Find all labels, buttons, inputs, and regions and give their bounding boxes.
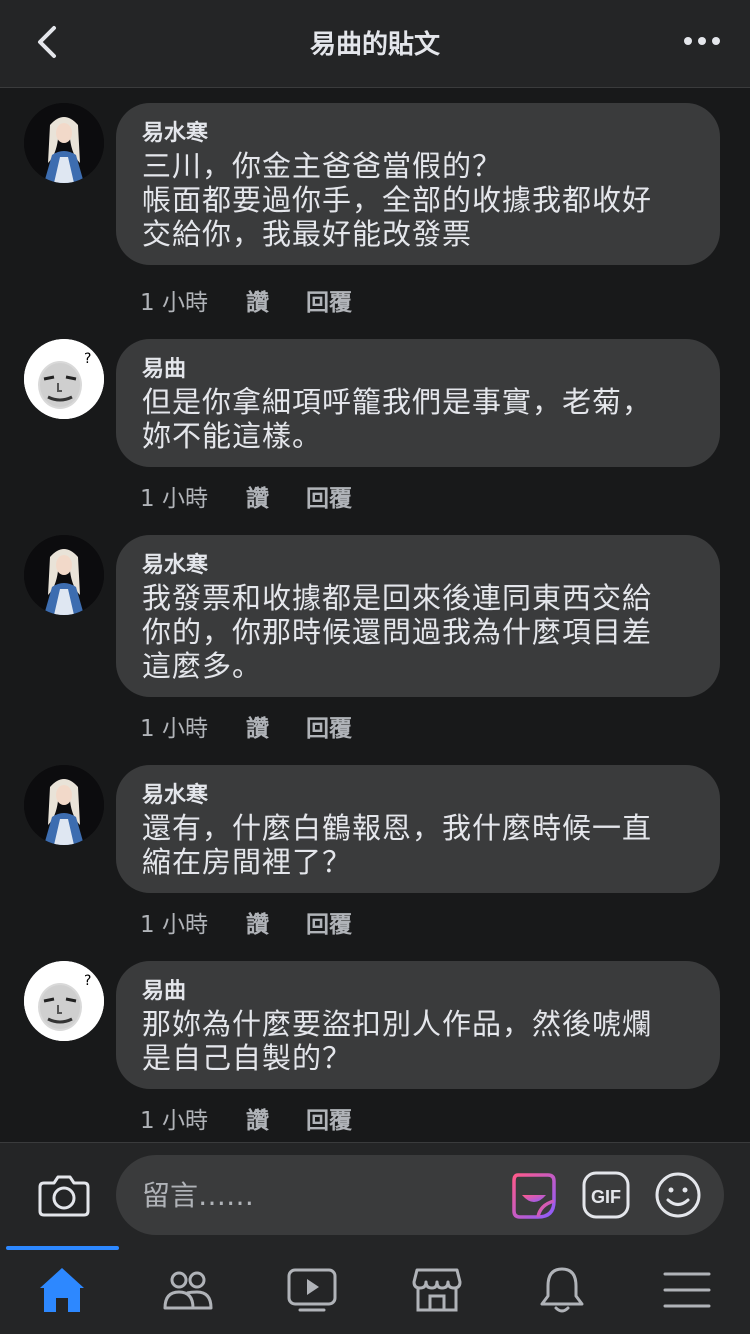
comment-text: 但是你拿細項呼籠我們是事實，老菊， 妳不能這樣。 — [142, 385, 653, 453]
comment-timestamp: 1 小時 — [140, 290, 208, 316]
avatar-meme-face-icon: ? — [24, 339, 104, 419]
avatar[interactable]: ? — [24, 339, 104, 419]
reply-button[interactable]: 回覆 — [306, 283, 386, 317]
more-horizontal-icon — [684, 37, 720, 45]
tab-menu[interactable] — [625, 1246, 750, 1334]
comment-text: 我發票和收據都是回來後連同東西交給 你的，你那時候還問過我為什麼項目差 這麼多。 — [142, 581, 653, 683]
camera-icon — [38, 1175, 90, 1217]
comment-bubble[interactable]: 易水寒 三川，你金主爸爸當假的？ 帳面都要過你手，全部的收據我都收好 交給你，我… — [116, 103, 720, 265]
svg-text:?: ? — [84, 973, 91, 989]
comment-author[interactable]: 易水寒 — [142, 551, 694, 581]
tab-notifications[interactable] — [500, 1246, 625, 1334]
tab-friends[interactable] — [125, 1246, 250, 1334]
comment-author[interactable]: 易曲 — [142, 355, 694, 385]
sticker-icon — [512, 1173, 556, 1219]
marketplace-icon — [412, 1268, 462, 1312]
avatar[interactable] — [24, 765, 104, 845]
comment-input[interactable] — [116, 1155, 724, 1235]
comment-bubble[interactable]: 易曲 但是你拿細項呼籠我們是事實，老菊， 妳不能這樣。 — [116, 339, 720, 467]
more-options-button[interactable] — [682, 26, 722, 56]
comment-text: 還有，什麼白鶴報恩，我什麼時候一直 縮在房間裡了？ — [142, 811, 653, 879]
comment-author[interactable]: 易水寒 — [142, 781, 694, 811]
gif-icon: GIF — [582, 1171, 630, 1219]
comment-timestamp: 1 小時 — [140, 486, 208, 512]
reply-button[interactable]: 回覆 — [306, 905, 386, 939]
reply-button[interactable]: 回覆 — [306, 479, 386, 513]
camera-button[interactable] — [38, 1171, 90, 1219]
bottom-tab-bar — [0, 1246, 750, 1334]
comment-bubble[interactable]: 易曲 那妳為什麼要盜扣別人作品，然後唬爛 是自己自製的？ — [116, 961, 720, 1089]
top-bar: 易曲的貼文 — [0, 0, 750, 88]
avatar-portrait-icon — [24, 535, 104, 615]
page-title: 易曲的貼文 — [309, 30, 440, 60]
menu-icon — [663, 1272, 711, 1308]
tab-watch[interactable] — [250, 1246, 375, 1334]
like-button[interactable]: 讚 — [246, 479, 306, 513]
gif-button[interactable]: GIF — [582, 1171, 630, 1219]
comment-timestamp: 1 小時 — [140, 716, 208, 742]
comment-actions: 1 小時 讚 回覆 — [140, 283, 386, 317]
gif-label: GIF — [591, 1187, 621, 1207]
comment-actions: 1 小時 讚 回覆 — [140, 1101, 386, 1135]
comment-author[interactable]: 易曲 — [142, 977, 694, 1007]
comment-actions: 1 小時 讚 回覆 — [140, 709, 386, 743]
comment-timestamp: 1 小時 — [140, 1108, 208, 1134]
reply-button[interactable]: 回覆 — [306, 709, 386, 743]
avatar[interactable] — [24, 103, 104, 183]
emoji-button[interactable] — [654, 1171, 702, 1219]
friends-icon — [163, 1271, 213, 1310]
comment-text: 那妳為什麼要盜扣別人作品，然後唬爛 是自己自製的？ — [142, 1007, 653, 1075]
reply-button[interactable]: 回覆 — [306, 1101, 386, 1135]
comment-text: 三川，你金主爸爸當假的？ 帳面都要過你手，全部的收據我都收好 交給你，我最好能改… — [142, 149, 653, 251]
comment-list: 易水寒 三川，你金主爸爸當假的？ 帳面都要過你手，全部的收據我都收好 交給你，我… — [0, 88, 750, 1142]
svg-text:?: ? — [84, 351, 91, 367]
comment-bubble[interactable]: 易水寒 我發票和收據都是回來後連同東西交給 你的，你那時候還問過我為什麼項目差 … — [116, 535, 720, 697]
sticker-button[interactable] — [508, 1169, 560, 1221]
avatar[interactable] — [24, 535, 104, 615]
comment-timestamp: 1 小時 — [140, 912, 208, 938]
avatar-portrait-icon — [24, 103, 104, 183]
like-button[interactable]: 讚 — [246, 905, 306, 939]
tab-home[interactable] — [0, 1246, 125, 1334]
like-button[interactable]: 讚 — [246, 709, 306, 743]
comment-author[interactable]: 易水寒 — [142, 119, 694, 149]
like-button[interactable]: 讚 — [246, 1101, 306, 1135]
bell-icon — [540, 1267, 584, 1313]
comment-composer: GIF — [0, 1142, 750, 1246]
emoji-icon — [655, 1172, 701, 1218]
comment-actions: 1 小時 讚 回覆 — [140, 905, 386, 939]
home-icon — [40, 1268, 84, 1312]
avatar-portrait-icon — [24, 765, 104, 845]
watch-icon — [287, 1268, 337, 1312]
like-button[interactable]: 讚 — [246, 283, 306, 317]
tab-marketplace[interactable] — [375, 1246, 500, 1334]
avatar-meme-face-icon: ? — [24, 961, 104, 1041]
comment-actions: 1 小時 讚 回覆 — [140, 479, 386, 513]
avatar[interactable]: ? — [24, 961, 104, 1041]
comment-bubble[interactable]: 易水寒 還有，什麼白鶴報恩，我什麼時候一直 縮在房間裡了？ — [116, 765, 720, 893]
